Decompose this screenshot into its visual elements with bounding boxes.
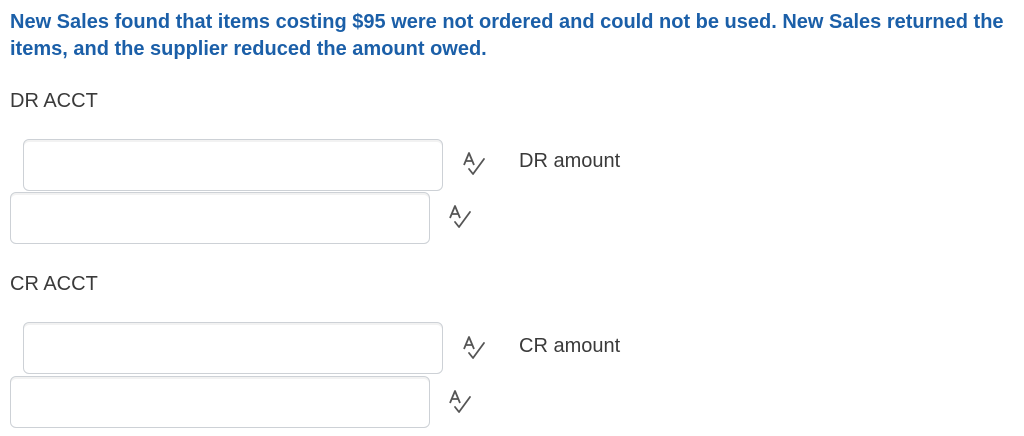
spellcheck-icon[interactable]: [447, 204, 473, 230]
cr-acct-field[interactable]: [10, 376, 430, 428]
question-text: New Sales found that items costing $95 w…: [10, 11, 1004, 60]
cr-acct-label: CR ACCT: [10, 273, 98, 295]
cr-amount-field[interactable]: [23, 322, 443, 374]
dr-amount-label: DR amount: [519, 150, 621, 172]
dr-acct-label: DR ACCT: [10, 90, 98, 112]
spellcheck-icon[interactable]: [461, 151, 487, 177]
spellcheck-icon[interactable]: [447, 389, 473, 415]
spellcheck-icon[interactable]: [461, 335, 487, 361]
cr-amount-label: CR amount: [519, 335, 621, 357]
dr-amount-field[interactable]: [23, 139, 443, 191]
dr-acct-field[interactable]: [10, 192, 430, 244]
